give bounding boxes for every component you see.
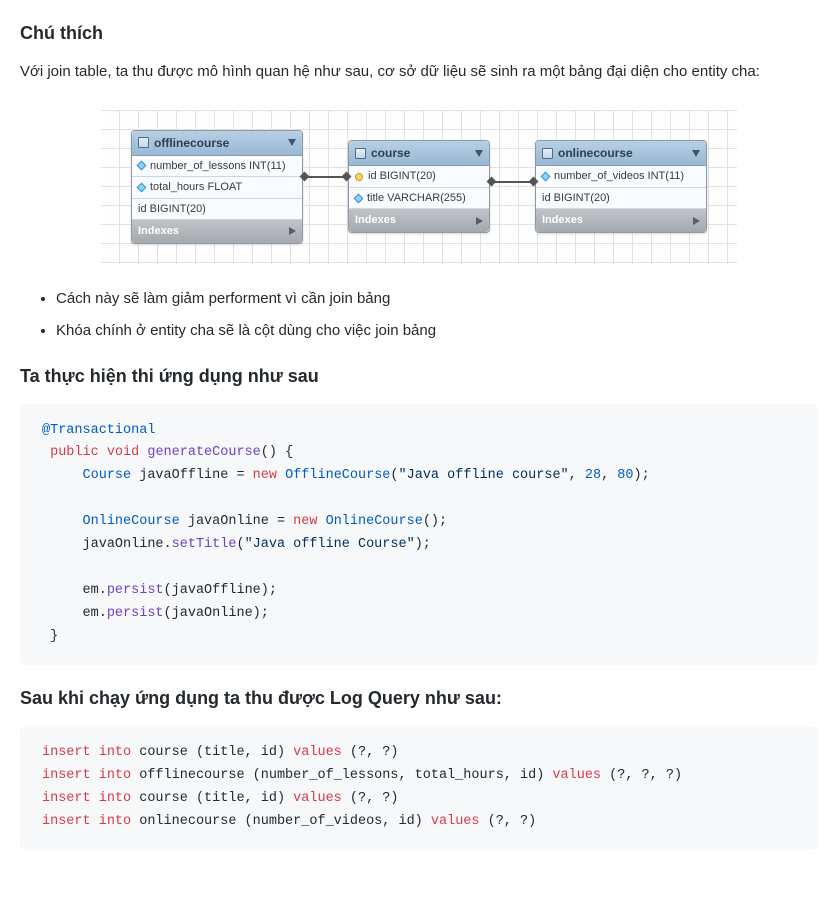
chevron-down-icon: [288, 139, 296, 146]
chevron-right-icon: [693, 217, 700, 225]
notes-list: Cách này sẽ làm giảm performent vì cần j…: [20, 288, 818, 343]
section-heading-annotation: Chú thích: [20, 20, 818, 47]
code-block-sql: insert into course (title, id) values (?…: [20, 726, 818, 850]
table-icon: [355, 148, 366, 159]
table-title: offlinecourse: [154, 134, 229, 152]
section-heading-implementation: Ta thực hiện thi ứng dụng như sau: [20, 363, 818, 390]
column-label: title VARCHAR(255): [367, 190, 466, 207]
column-label: id BIGINT(20): [138, 201, 206, 218]
chevron-down-icon: [692, 150, 700, 157]
intro-paragraph: Với join table, ta thu được mô hình quan…: [20, 61, 818, 84]
section-heading-log: Sau khi chạy ứng dụng ta thu được Log Qu…: [20, 685, 818, 712]
column-label: id BIGINT(20): [542, 190, 610, 207]
column-icon: [354, 193, 364, 203]
relation-connector: [303, 176, 348, 178]
relation-connector: [490, 181, 535, 183]
key-icon: [355, 173, 363, 181]
chevron-right-icon: [289, 227, 296, 235]
chevron-right-icon: [476, 217, 483, 225]
indexes-label: Indexes: [138, 223, 179, 240]
table-title: onlinecourse: [558, 144, 633, 162]
er-diagram-container: offlinecourse number_of_lessons INT(11) …: [20, 98, 818, 280]
table-onlinecourse: onlinecourse number_of_videos INT(11) id…: [535, 140, 707, 233]
table-course: course id BIGINT(20) title VARCHAR(255) …: [348, 140, 490, 233]
table-icon: [542, 148, 553, 159]
column-label: number_of_videos INT(11): [554, 168, 684, 185]
table-offlinecourse: offlinecourse number_of_lessons INT(11) …: [131, 130, 303, 244]
er-diagram: offlinecourse number_of_lessons INT(11) …: [101, 110, 737, 264]
column-icon: [541, 172, 551, 182]
indexes-label: Indexes: [542, 212, 583, 229]
list-item: Cách này sẽ làm giảm performent vì cần j…: [56, 288, 818, 311]
table-title: course: [371, 144, 410, 162]
code-block-java: @Transactional public void generateCours…: [20, 404, 818, 665]
chevron-down-icon: [475, 150, 483, 157]
column-label: number_of_lessons INT(11): [150, 158, 286, 175]
column-icon: [137, 161, 147, 171]
column-label: total_hours FLOAT: [150, 179, 242, 196]
indexes-label: Indexes: [355, 212, 396, 229]
table-icon: [138, 137, 149, 148]
list-item: Khóa chính ở entity cha sẽ là cột dùng c…: [56, 320, 818, 343]
column-icon: [137, 182, 147, 192]
column-label: id BIGINT(20): [368, 168, 436, 185]
